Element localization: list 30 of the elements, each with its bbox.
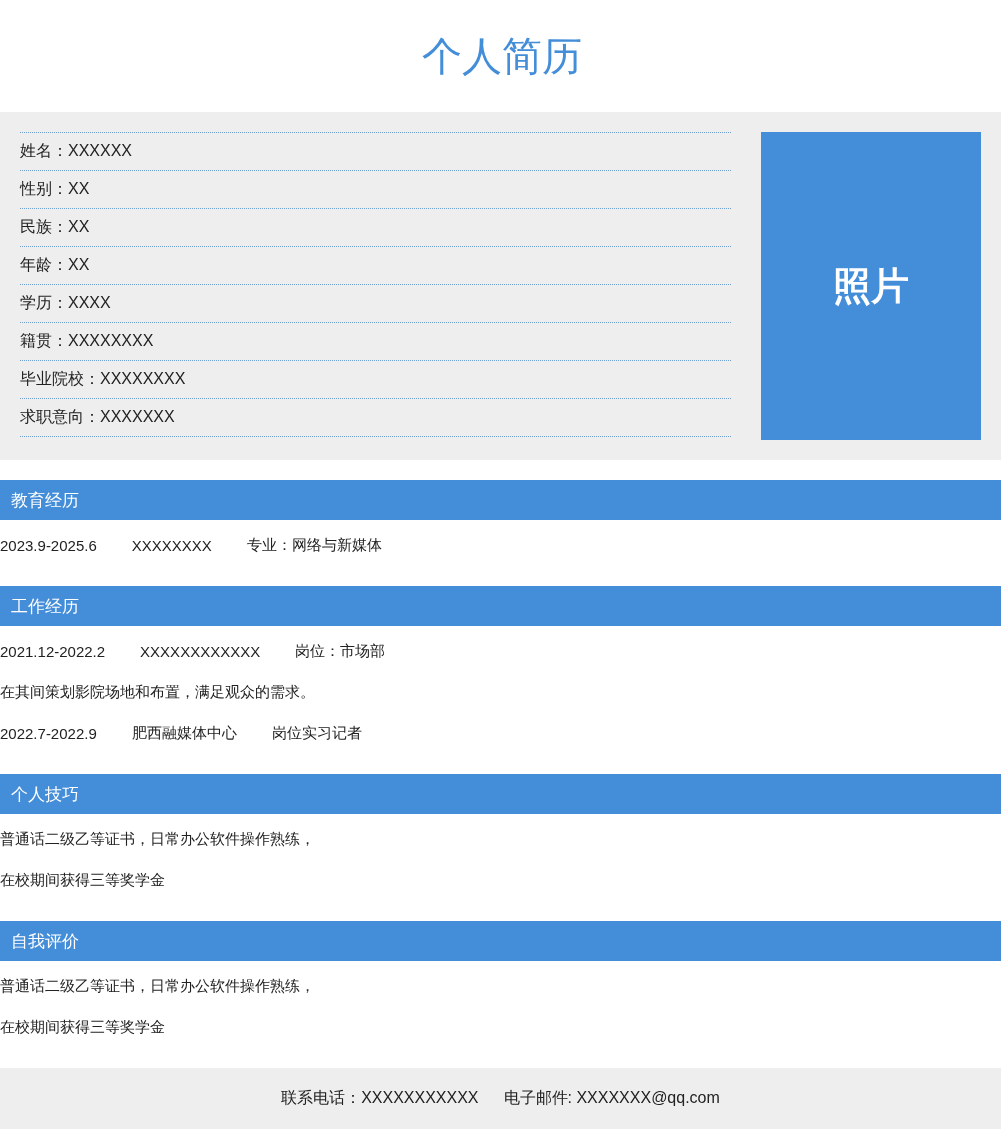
entry-text: 岗位实习记者 bbox=[271, 724, 362, 743]
info-text: 籍贯：XXXXXXXX bbox=[20, 331, 154, 351]
contact-text: 电子邮件: XXXXXXX@qq.com bbox=[503, 1088, 720, 1108]
contact-text: 联系电话：XXXXXXXXXXX bbox=[281, 1088, 479, 1108]
section-title: 教育经历 bbox=[11, 489, 79, 512]
entry-text: 专业：网络与新媒体 bbox=[246, 536, 382, 555]
entry-text: 在校期间获得三等奖学金 bbox=[0, 1018, 165, 1037]
entry-text: 2021.12-2022.2 bbox=[0, 643, 106, 660]
section-title: 工作经历 bbox=[11, 595, 79, 618]
entry-text: XXXXXXXXXXXX bbox=[140, 643, 261, 660]
entry-text: 在校期间获得三等奖学金 bbox=[0, 871, 165, 890]
entry-text: 岗位：市场部 bbox=[295, 642, 386, 661]
info-text: 姓名：XXXXXX bbox=[20, 141, 133, 161]
info-text: 民族：XX bbox=[20, 217, 90, 237]
info-text: 学历：XXXX bbox=[20, 293, 111, 313]
info-text: 求职意向：XXXXXXX bbox=[20, 407, 175, 427]
section-title: 个人技巧 bbox=[11, 783, 79, 806]
photo-label: 照片 bbox=[833, 263, 909, 309]
entry-text: 普通话二级乙等证书，日常办公软件操作熟练， bbox=[0, 830, 315, 849]
entry-text: 在其间策划影院场地和布置，满足观众的需求。 bbox=[0, 683, 315, 702]
entry-text: 普通话二级乙等证书，日常办公软件操作熟练， bbox=[0, 977, 315, 996]
entry-text: XXXXXXXX bbox=[131, 537, 212, 554]
entry-text: 肥西融媒体中心 bbox=[131, 724, 237, 743]
info-text: 毕业院校：XXXXXXXX bbox=[20, 369, 186, 389]
info-text: 性别：XX bbox=[20, 179, 90, 199]
section-title: 自我评价 bbox=[11, 930, 79, 953]
page-title: 个人简历 bbox=[421, 32, 582, 80]
entry-text: 2022.7-2022.9 bbox=[0, 725, 97, 742]
info-text: 年龄：XX bbox=[20, 255, 90, 275]
entry-text: 2023.9-2025.6 bbox=[0, 537, 97, 554]
